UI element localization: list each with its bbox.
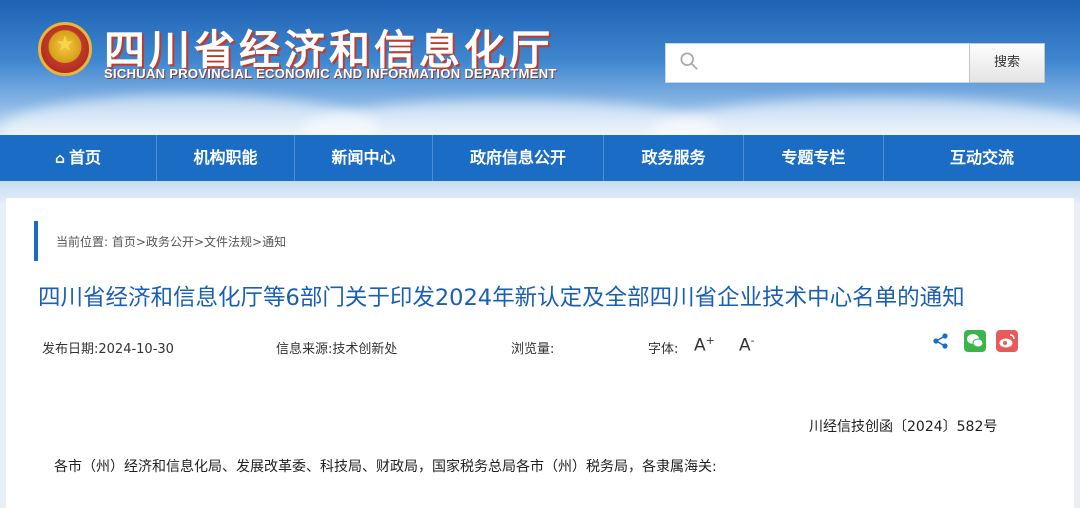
- nav-item-services[interactable]: 政务服务: [604, 135, 744, 181]
- font-increase-button[interactable]: A+: [694, 334, 715, 356]
- breadcrumb-notice[interactable]: 通知: [262, 235, 286, 249]
- weibo-icon[interactable]: [996, 330, 1018, 352]
- breadcrumb-accent: [34, 221, 38, 261]
- info-source: 信息来源:技术创新处: [276, 338, 397, 357]
- main-nav: ⌂ 首页 机构职能 新闻中心 政府信息公开 政务服务 专题专栏 互动交流: [0, 135, 1080, 181]
- info-source-value: 技术创新处: [332, 342, 398, 357]
- nav-item-topics[interactable]: 专题专栏: [744, 135, 884, 181]
- view-count-label: 浏览量:: [511, 342, 555, 357]
- publish-date-label: 发布日期:: [42, 342, 99, 357]
- nav-item-label: 机构职能: [193, 148, 258, 167]
- national-emblem-icon: [38, 22, 92, 76]
- font-decrease-button[interactable]: A-: [739, 334, 755, 356]
- nav-item-label: 新闻中心: [331, 148, 396, 167]
- nav-item-label: 政府信息公开: [469, 148, 566, 167]
- font-size-label: 字体:: [648, 342, 679, 357]
- header-cloud: [650, 98, 1080, 135]
- breadcrumb: 当前位置: 首页>政务公开>文件法规>通知: [56, 233, 286, 250]
- nav-item-news[interactable]: 新闻中心: [295, 135, 433, 181]
- site-subtitle: SICHUAN PROVINCIAL ECONOMIC AND INFORMAT…: [104, 66, 557, 81]
- nav-item-organization[interactable]: 机构职能: [157, 135, 295, 181]
- font-increase-glyph: A: [694, 335, 706, 356]
- site-header: 四川省经济和信息化厅 SICHUAN PROVINCIAL ECONOMIC A…: [0, 0, 1080, 135]
- nav-item-label: 专题专栏: [781, 148, 846, 167]
- nav-item-label: 首页: [69, 148, 102, 167]
- nav-item-label: 互动交流: [949, 148, 1014, 167]
- breadcrumb-separator: >: [193, 235, 205, 249]
- article-salutation: 各市（州）经济和信息化局、发展改革委、科技局、财政局，国家税务总局各市（州）税务…: [54, 459, 717, 475]
- wechat-icon[interactable]: [964, 330, 986, 352]
- breadcrumb-regulations[interactable]: 文件法规: [204, 235, 252, 249]
- content-panel: 当前位置: 首页>政务公开>文件法规>通知 四川省经济和信息化厅等6部门关于印发…: [6, 198, 1074, 508]
- publish-date: 发布日期:2024-10-30: [42, 338, 174, 357]
- nav-item-interaction[interactable]: 互动交流: [884, 135, 1080, 181]
- breadcrumb-separator: >: [135, 235, 146, 249]
- view-count: 浏览量:: [511, 338, 554, 357]
- nav-item-home[interactable]: ⌂ 首页: [0, 135, 157, 181]
- breadcrumb-separator: >: [252, 235, 263, 249]
- share-icon[interactable]: [932, 332, 950, 350]
- search-box: [665, 43, 970, 83]
- document-number: 川经信技创函〔2024〕582号: [809, 419, 998, 435]
- font-increase-mark: +: [705, 334, 715, 347]
- breadcrumb-gov-affairs[interactable]: 政务公开: [146, 235, 194, 249]
- font-decrease-glyph: A: [739, 335, 751, 356]
- breadcrumb-prefix: 当前位置:: [56, 235, 109, 249]
- search-button[interactable]: 搜索: [969, 43, 1045, 83]
- nav-item-gov-info[interactable]: 政府信息公开: [433, 135, 604, 181]
- article-title: 四川省经济和信息化厅等6部门关于印发2024年新认定及全部四川省企业技术中心名单…: [38, 285, 965, 311]
- info-source-label: 信息来源:: [276, 342, 333, 357]
- search-icon: [680, 52, 698, 70]
- publish-date-value: 2024-10-30: [98, 342, 174, 357]
- nav-item-label: 政务服务: [641, 148, 706, 167]
- breadcrumb-home[interactable]: 首页: [112, 235, 136, 249]
- search-input[interactable]: [710, 50, 964, 78]
- font-decrease-mark: -: [750, 334, 755, 347]
- home-icon: ⌂: [54, 151, 65, 167]
